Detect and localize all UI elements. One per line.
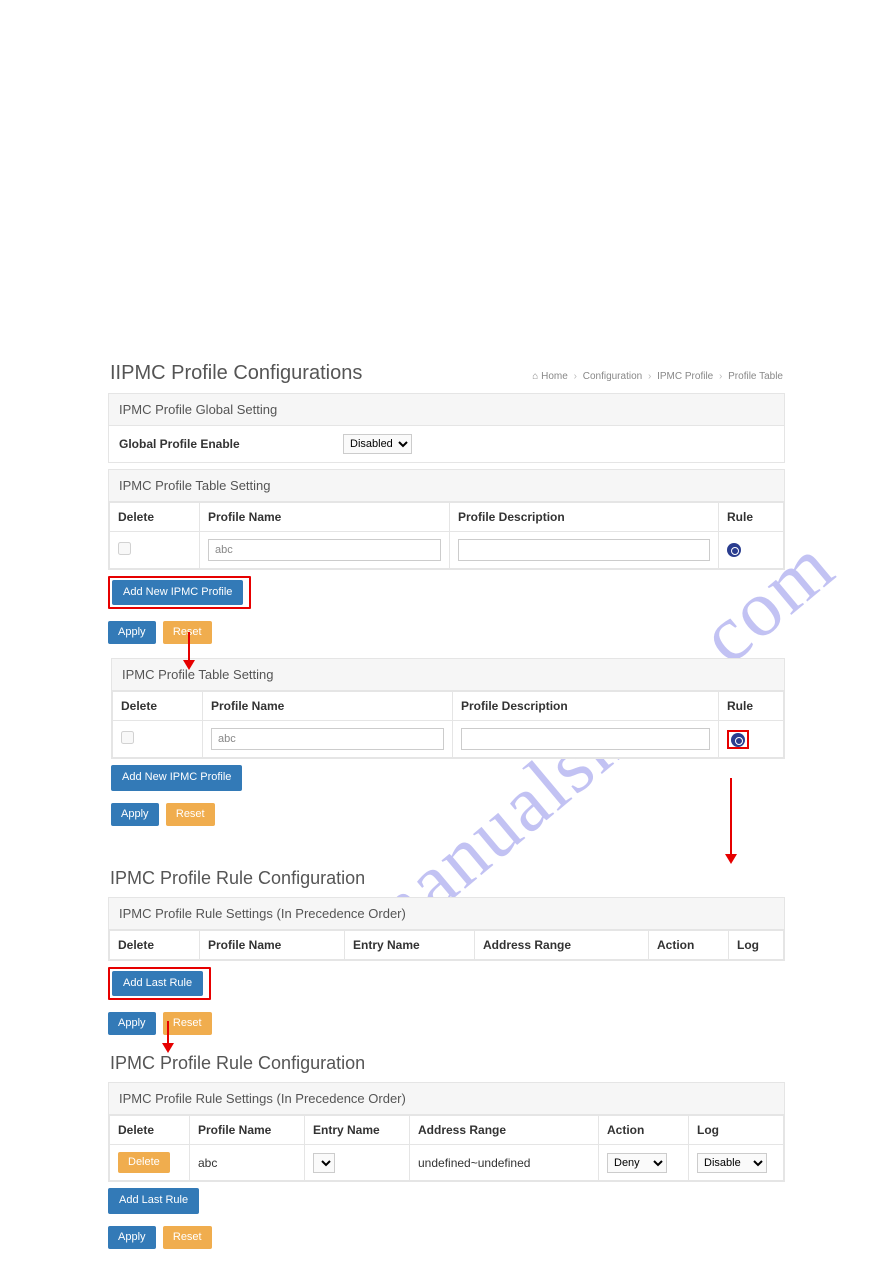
apply-button[interactable]: Apply <box>111 803 159 826</box>
arrow-icon <box>730 778 732 856</box>
rule-nav-icon[interactable] <box>731 733 745 747</box>
apply-button[interactable]: Apply <box>108 1012 156 1035</box>
table-row <box>110 532 784 569</box>
arrow-head-icon <box>162 1043 174 1053</box>
rule-config-title-2: IPMC Profile Rule Configuration <box>110 1053 365 1074</box>
arrow-icon <box>188 632 190 662</box>
profile-name-cell: abc <box>190 1145 305 1181</box>
reset-button[interactable]: Reset <box>163 1226 212 1249</box>
reset-button[interactable]: Reset <box>166 803 215 826</box>
breadcrumb: ⌂ Home › Configuration › IPMC Profile › … <box>532 371 783 382</box>
col-delete: Delete <box>110 930 200 959</box>
action-select[interactable]: Deny <box>607 1153 667 1173</box>
arrow-icon <box>167 1021 169 1045</box>
reset-button[interactable]: Reset <box>163 1012 212 1035</box>
col-entry: Entry Name <box>305 1116 410 1145</box>
delete-button[interactable]: Delete <box>118 1152 170 1173</box>
add-new-profile-button[interactable]: Add New IPMC Profile <box>111 765 242 790</box>
col-log: Log <box>689 1116 784 1145</box>
table-row <box>113 721 784 758</box>
highlight-rule-icon <box>727 730 749 749</box>
rule-nav-icon[interactable] <box>727 543 741 557</box>
add-new-profile-button[interactable]: Add New IPMC Profile <box>112 580 243 605</box>
col-delete: Delete <box>110 503 200 532</box>
crumb-current: Profile Table <box>728 371 783 382</box>
rule-table-2: Delete Profile Name Entry Name Address R… <box>109 1115 784 1181</box>
profile-desc-input[interactable] <box>461 728 710 750</box>
col-desc: Profile Description <box>450 503 719 532</box>
arrow-head-icon <box>183 660 195 670</box>
address-range-cell: undefined~undefined <box>410 1145 599 1181</box>
col-name: Profile Name <box>200 930 345 959</box>
col-delete: Delete <box>113 692 203 721</box>
col-desc: Profile Description <box>453 692 719 721</box>
table-row: Delete abc undefined~undefined Deny Disa… <box>110 1145 784 1181</box>
col-action: Action <box>599 1116 689 1145</box>
delete-checkbox[interactable] <box>118 542 131 555</box>
global-enable-label: Global Profile Enable <box>119 437 343 451</box>
rule-settings-heading-2: IPMC Profile Rule Settings (In Precedenc… <box>109 1083 784 1115</box>
table-setting-heading-2: IPMC Profile Table Setting <box>112 659 784 691</box>
entry-select[interactable] <box>313 1153 335 1173</box>
arrow-head-icon <box>725 854 737 864</box>
col-name: Profile Name <box>200 503 450 532</box>
home-icon: ⌂ <box>532 371 538 382</box>
profile-name-input[interactable] <box>208 539 441 561</box>
col-log: Log <box>729 930 784 959</box>
col-name: Profile Name <box>203 692 453 721</box>
delete-checkbox[interactable] <box>121 731 134 744</box>
global-setting-heading: IPMC Profile Global Setting <box>109 394 784 426</box>
rule-table-1: Delete Profile Name Entry Name Address R… <box>109 930 784 960</box>
col-rule: Rule <box>719 503 784 532</box>
add-last-rule-button[interactable]: Add Last Rule <box>112 971 203 996</box>
crumb-ipmc[interactable]: IPMC Profile <box>657 371 713 382</box>
log-select[interactable]: Disable <box>697 1153 767 1173</box>
apply-button[interactable]: Apply <box>108 621 156 644</box>
col-name: Profile Name <box>190 1116 305 1145</box>
col-range: Address Range <box>410 1116 599 1145</box>
profile-desc-input[interactable] <box>458 539 710 561</box>
rule-settings-heading: IPMC Profile Rule Settings (In Precedenc… <box>109 898 784 930</box>
table-setting-heading-1: IPMC Profile Table Setting <box>109 470 784 502</box>
rule-config-title: IPMC Profile Rule Configuration <box>110 868 365 889</box>
global-enable-select[interactable]: Disabled <box>343 434 412 454</box>
profile-name-input[interactable] <box>211 728 444 750</box>
col-delete: Delete <box>110 1116 190 1145</box>
profile-table-2: Delete Profile Name Profile Description … <box>112 691 784 758</box>
add-last-rule-button[interactable]: Add Last Rule <box>108 1188 199 1213</box>
crumb-config[interactable]: Configuration <box>583 371 642 382</box>
col-range: Address Range <box>475 930 649 959</box>
crumb-home[interactable]: Home <box>541 371 568 382</box>
apply-button[interactable]: Apply <box>108 1226 156 1249</box>
col-entry: Entry Name <box>345 930 475 959</box>
highlight-add-profile: Add New IPMC Profile <box>108 576 251 609</box>
highlight-add-rule: Add Last Rule <box>108 967 211 1000</box>
profile-table-1: Delete Profile Name Profile Description … <box>109 502 784 569</box>
col-action: Action <box>649 930 729 959</box>
page-title: IIPMC Profile Configurations <box>110 362 362 385</box>
col-rule: Rule <box>719 692 784 721</box>
